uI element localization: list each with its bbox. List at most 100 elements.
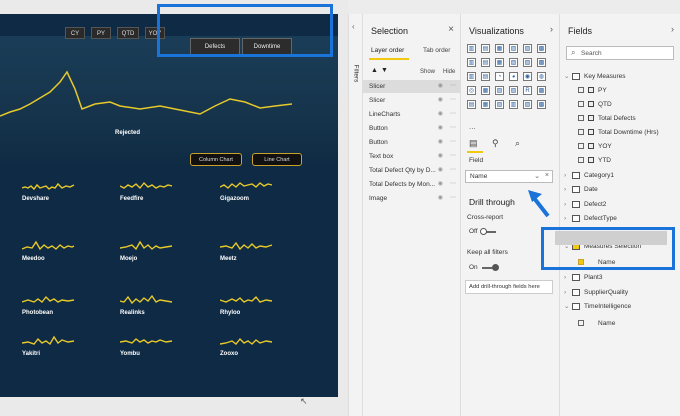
field-table-item[interactable]: › Plant3: [564, 272, 602, 284]
filters-pane-collapsed[interactable]: ‹ Filters: [348, 14, 362, 416]
visual-type-icon[interactable]: ▦: [481, 100, 490, 109]
visibility-eye-icon[interactable]: ◉: [438, 94, 443, 107]
chevron-right-icon[interactable]: ›: [564, 287, 572, 299]
move-up-arrow-icon[interactable]: ▲: [371, 67, 378, 74]
checkbox[interactable]: [578, 129, 584, 136]
search-box[interactable]: ⌕ Search: [566, 46, 674, 60]
field-measure-item[interactable]: YOY: [578, 141, 612, 153]
more-options-icon[interactable]: ⋯: [450, 164, 456, 177]
more-options-icon[interactable]: ⋯: [450, 136, 456, 149]
checkbox[interactable]: [578, 115, 584, 122]
layer-item[interactable]: Button ◉ ⋯: [363, 136, 461, 149]
chevron-right-icon[interactable]: ›: [564, 272, 572, 284]
visual-type-icon[interactable]: ◔: [495, 72, 504, 81]
field-table-item[interactable]: ⌄ TimeIntelligence: [564, 301, 631, 313]
visual-type-icon[interactable]: ▥: [467, 72, 476, 81]
visual-type-icon[interactable]: ▤: [467, 100, 476, 109]
checkbox[interactable]: [578, 320, 584, 327]
visual-type-icon[interactable]: ▩: [537, 44, 546, 53]
field-measure-item[interactable]: Total Defects: [578, 113, 636, 125]
visual-type-icon[interactable]: ▧: [509, 44, 518, 53]
visibility-eye-icon[interactable]: ◉: [438, 122, 443, 135]
visual-type-icon[interactable]: ▨: [509, 86, 518, 95]
visibility-eye-icon[interactable]: ◉: [438, 136, 443, 149]
visual-type-icon[interactable]: ▩: [537, 100, 546, 109]
visual-type-icon[interactable]: ◕: [509, 72, 518, 81]
py-button[interactable]: PY: [91, 27, 111, 39]
close-icon[interactable]: ×: [448, 24, 454, 35]
visual-type-icon[interactable]: ▧: [495, 86, 504, 95]
visibility-eye-icon[interactable]: ◉: [438, 192, 443, 205]
field-table-item[interactable]: › Date: [564, 184, 598, 196]
chevron-down-icon[interactable]: ⌄: [564, 301, 572, 313]
fields-well-icon[interactable]: ▤: [469, 138, 478, 149]
visual-type-icon[interactable]: ▦: [495, 44, 504, 53]
field-table-item[interactable]: › Defect2: [564, 199, 606, 211]
visual-type-icon[interactable]: R: [523, 86, 532, 95]
visual-type-icon[interactable]: ▧: [495, 100, 504, 109]
chevron-right-icon[interactable]: ›: [564, 199, 572, 211]
field-measure-item[interactable]: Total Downtime (Hrs): [578, 127, 659, 139]
field-table-item[interactable]: ⌄ Key Measures: [564, 71, 626, 83]
qtd-button[interactable]: QTD: [117, 27, 139, 39]
visual-type-icon[interactable]: ▥: [509, 100, 518, 109]
layer-item[interactable]: Slicer ◉ ⋯: [363, 94, 461, 107]
layer-item[interactable]: Image ◉ ⋯: [363, 192, 461, 205]
more-options-icon[interactable]: ⋯: [450, 122, 456, 135]
checkbox[interactable]: [578, 101, 584, 108]
collapse-chevron-icon[interactable]: ›: [671, 24, 674, 34]
field-table-item[interactable]: › DefectType: [564, 213, 617, 225]
line-chart-button[interactable]: Line Chart: [252, 153, 302, 166]
visual-type-icon[interactable]: ▨: [523, 44, 532, 53]
more-options-icon[interactable]: ⋯: [450, 150, 456, 163]
checkbox[interactable]: [578, 143, 584, 150]
chevron-right-icon[interactable]: ›: [564, 213, 572, 225]
visual-type-icon[interactable]: ▧: [509, 58, 518, 67]
visual-type-icon[interactable]: ▨: [523, 100, 532, 109]
visual-type-icon[interactable]: ▤: [481, 72, 490, 81]
layer-item[interactable]: LineCharts ◉ ⋯: [363, 108, 461, 121]
visibility-eye-icon[interactable]: ◉: [438, 108, 443, 121]
drill-through-drop-zone[interactable]: Add drill-through fields here: [465, 280, 553, 294]
collapse-chevron-icon[interactable]: ›: [550, 24, 553, 34]
more-visuals-button[interactable]: ...: [469, 122, 476, 131]
visibility-eye-icon[interactable]: ◉: [438, 164, 443, 177]
visual-type-icon[interactable]: ▤: [481, 44, 490, 53]
visibility-eye-icon[interactable]: ◉: [438, 80, 443, 93]
checkbox[interactable]: [578, 87, 584, 94]
more-options-icon[interactable]: ⋯: [450, 192, 456, 205]
layer-item[interactable]: Total Defects by Mon... ◉ ⋯: [363, 178, 461, 191]
more-options-icon[interactable]: ⋯: [450, 108, 456, 121]
visibility-eye-icon[interactable]: ◉: [438, 150, 443, 163]
field-measure-item[interactable]: PY: [578, 85, 607, 97]
cy-button[interactable]: CY: [65, 27, 85, 39]
filters-tab-label[interactable]: Filters: [352, 65, 359, 83]
chevron-right-icon[interactable]: ›: [564, 184, 572, 196]
chevron-down-icon[interactable]: ⌄: [564, 71, 572, 83]
checkbox[interactable]: [578, 157, 584, 164]
analytics-magnifier-icon[interactable]: ⌕: [515, 138, 520, 149]
expand-chevron-icon[interactable]: ‹: [352, 22, 355, 31]
column-chart-button[interactable]: Column Chart: [190, 153, 242, 166]
visibility-eye-icon[interactable]: ◉: [438, 178, 443, 191]
layer-item[interactable]: Button ◉ ⋯: [363, 122, 461, 135]
visual-type-icon[interactable]: ▨: [523, 58, 532, 67]
field-table-item[interactable]: › SupplierQuality: [564, 287, 628, 299]
field-measure-item[interactable]: QTD: [578, 99, 612, 111]
visual-type-icon[interactable]: ▦: [481, 86, 490, 95]
visual-type-icon[interactable]: ▦: [495, 58, 504, 67]
visual-type-icon[interactable]: ▥: [467, 44, 476, 53]
visual-type-icon[interactable]: ◎: [467, 86, 476, 95]
field-item[interactable]: Name: [578, 318, 615, 330]
visual-type-icon[interactable]: ◍: [537, 72, 546, 81]
chevron-down-icon[interactable]: ⌄: [534, 172, 540, 180]
visual-type-icon[interactable]: ▤: [481, 58, 490, 67]
visual-type-icon[interactable]: ▩: [537, 86, 546, 95]
tab-tab-order[interactable]: Tab order: [423, 47, 450, 54]
cross-report-knob[interactable]: [480, 228, 487, 235]
layer-item[interactable]: Slicer ◉ ⋯: [363, 80, 461, 93]
chevron-right-icon[interactable]: ›: [564, 170, 572, 182]
more-options-icon[interactable]: ⋯: [450, 178, 456, 191]
visual-type-icon[interactable]: ◉: [523, 72, 532, 81]
hide-all-button[interactable]: Hide: [443, 69, 455, 75]
